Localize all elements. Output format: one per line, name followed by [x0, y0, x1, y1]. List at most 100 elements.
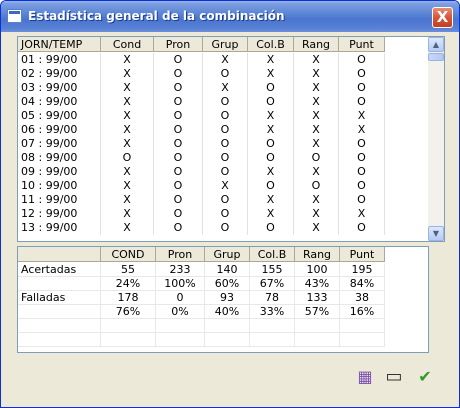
results-table-cell: O	[339, 165, 385, 179]
summary-table-row[interactable]: 76% 0% 40% 33% 57% 16%	[18, 305, 385, 319]
title-bar[interactable]: Estadística general de la combinación X	[1, 1, 459, 32]
scroll-down-button[interactable]: ▼	[428, 226, 444, 241]
results-table-cell: X	[101, 53, 154, 67]
close-button[interactable]: X	[432, 7, 453, 28]
results-table-row[interactable]: 11 : 99/00 X O O X X O	[18, 193, 385, 207]
results-table-cell: O	[248, 95, 294, 109]
results-table-row[interactable]: 12 : 99/00 X O O X X X	[18, 207, 385, 221]
results-table-row[interactable]: 08 : 99/00 O O O O O O	[18, 151, 385, 165]
summary-table-cell: Falladas	[18, 291, 101, 305]
vertical-scrollbar[interactable]: ▲ ▼	[428, 37, 444, 241]
results-table-cell: X	[294, 109, 339, 123]
summary-table-cell	[295, 319, 340, 333]
results-column-header[interactable]: Col.B	[248, 37, 294, 52]
results-table-cell: O	[339, 193, 385, 207]
results-table-row[interactable]: 04 : 99/00 X O O O X O	[18, 95, 385, 109]
results-table-cell: X	[101, 165, 154, 179]
window-icon[interactable]: ▭	[384, 367, 404, 387]
summary-column-header[interactable]: COND	[101, 247, 156, 262]
results-table-cell: O	[339, 67, 385, 81]
summary-table-cell: 43%	[295, 277, 340, 291]
summary-table-cell	[340, 333, 385, 347]
summary-table-row[interactable]	[18, 333, 385, 347]
results-table-cell: 07 : 99/00	[18, 137, 101, 151]
summary-table-cell: 155	[250, 263, 295, 277]
summary-table-row[interactable]	[18, 319, 385, 333]
results-table-cell: X	[101, 137, 154, 151]
summary-table-cell: 24%	[101, 277, 156, 291]
summary-column-header[interactable]	[18, 247, 101, 262]
results-table-row[interactable]: 10 : 99/00 X O X O O O	[18, 179, 385, 193]
results-table-cell: X	[101, 109, 154, 123]
results-table-cell: X	[248, 193, 294, 207]
summary-column-header[interactable]: Pron	[156, 247, 205, 262]
results-table-cell: 12 : 99/00	[18, 207, 101, 221]
results-table-row[interactable]: 13 : 99/00 X O O O X O	[18, 221, 385, 235]
results-table-cell: O	[154, 207, 203, 221]
results-table-row[interactable]: 05 : 99/00 X O O X X X	[18, 109, 385, 123]
results-table-cell: X	[248, 109, 294, 123]
summary-table-cell	[18, 333, 101, 347]
results-table-cell: 10 : 99/00	[18, 179, 101, 193]
results-table-row[interactable]: 02 : 99/00 X O O X X O	[18, 67, 385, 81]
results-table-cell: O	[154, 193, 203, 207]
results-column-header[interactable]: Punt	[339, 37, 385, 52]
results-table-cell: O	[154, 95, 203, 109]
summary-table-row[interactable]: Falladas 178 0 93 78 133 38	[18, 291, 385, 305]
summary-table-cell: 93	[205, 291, 250, 305]
results-table-cell: X	[294, 95, 339, 109]
window-title: Estadística general de la combinación	[28, 9, 285, 23]
results-table-cell: 08 : 99/00	[18, 151, 101, 165]
results-column-header[interactable]: Rang	[294, 37, 339, 52]
results-table-row[interactable]: 06 : 99/00 X O O X X X	[18, 123, 385, 137]
summary-column-header[interactable]: Col.B	[250, 247, 295, 262]
summary-column-header[interactable]: Rang	[295, 247, 340, 262]
results-column-header[interactable]: JORN/TEMP	[18, 37, 101, 52]
summary-header-row: COND Pron Grup Col.B Rang Punt	[18, 247, 385, 262]
summary-table-cell: 0%	[156, 305, 205, 319]
summary-column-header[interactable]: Grup	[205, 247, 250, 262]
results-table-cell: O	[154, 123, 203, 137]
results-table-cell: O	[101, 151, 154, 165]
results-table-row[interactable]: 03 : 99/00 X O X O X O	[18, 81, 385, 95]
summary-table-row[interactable]: Acertadas 55 233 140 155 100 195	[18, 263, 385, 277]
results-list[interactable]: JORN/TEMP Cond Pron Grup Col.B Rang Punt 01 : 9…	[17, 36, 445, 242]
results-table-row[interactable]: 01 : 99/00 X O X X X O	[18, 53, 385, 67]
results-header-row: JORN/TEMP Cond Pron Grup Col.B Rang Punt	[18, 37, 385, 52]
results-table-cell: X	[101, 207, 154, 221]
results-column-header[interactable]: Pron	[154, 37, 203, 52]
scroll-up-button[interactable]: ▲	[428, 37, 444, 52]
summary-table-row[interactable]: 24% 100% 60% 67% 43% 84%	[18, 277, 385, 291]
results-table-cell: 03 : 99/00	[18, 81, 101, 95]
results-column-header[interactable]: Grup	[203, 37, 248, 52]
summary-table-cell	[18, 305, 101, 319]
results-table-cell: 13 : 99/00	[18, 221, 101, 235]
results-table-cell: O	[339, 53, 385, 67]
results-column-header[interactable]: Cond	[101, 37, 154, 52]
results-table-cell: X	[248, 165, 294, 179]
results-table-cell: 05 : 99/00	[18, 109, 101, 123]
results-table-cell: O	[248, 221, 294, 235]
results-table-cell: X	[248, 207, 294, 221]
summary-table-cell: 0	[156, 291, 205, 305]
results-table-cell: X	[101, 123, 154, 137]
results-table-cell: O	[339, 151, 385, 165]
results-table-cell: X	[294, 193, 339, 207]
checkmark-icon[interactable]: ✔	[415, 367, 435, 387]
summary-table-cell: 100%	[156, 277, 205, 291]
scroll-thumb[interactable]	[428, 53, 444, 61]
results-table-row[interactable]: 07 : 99/00 X O O O X O	[18, 137, 385, 151]
summary-column-header[interactable]: Punt	[340, 247, 385, 262]
summary-table-cell: 16%	[340, 305, 385, 319]
results-table-cell: X	[101, 221, 154, 235]
summary-table-cell: 33%	[250, 305, 295, 319]
results-table-row[interactable]: 09 : 99/00 X O O X X O	[18, 165, 385, 179]
results-table-cell: 04 : 99/00	[18, 95, 101, 109]
summary-list[interactable]: COND Pron Grup Col.B Rang Punt Acertadas 55 233 1…	[17, 246, 429, 353]
results-table-cell: X	[339, 109, 385, 123]
summary-table-cell: 55	[101, 263, 156, 277]
results-table-cell: X	[339, 123, 385, 137]
summary-table-cell: 76%	[101, 305, 156, 319]
results-table-cell: O	[339, 95, 385, 109]
calendar-icon[interactable]: ▦	[355, 367, 375, 387]
